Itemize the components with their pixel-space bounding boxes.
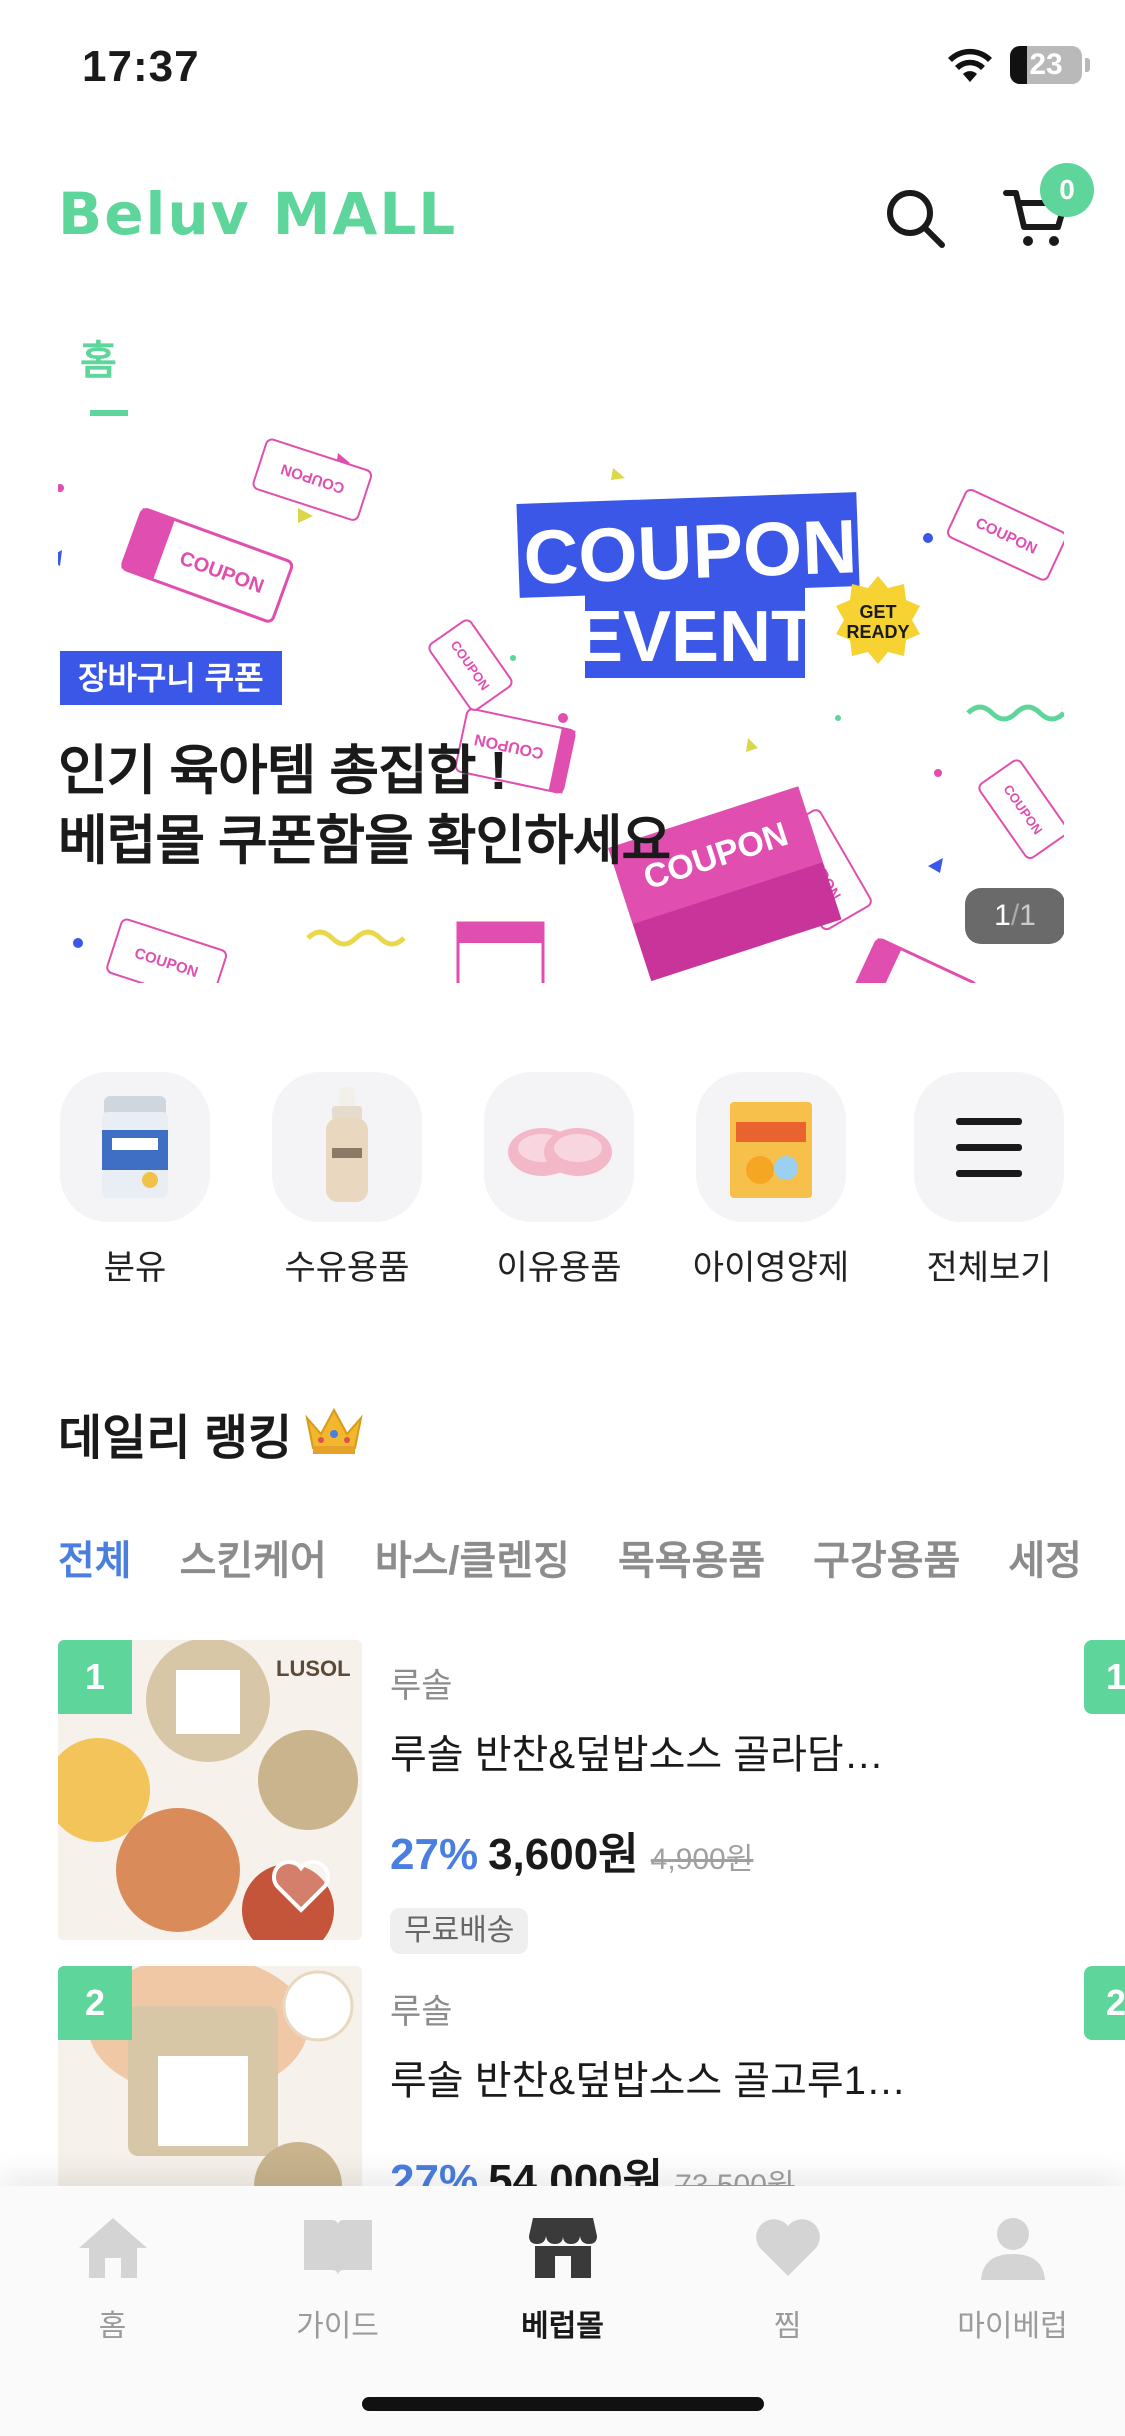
svg-text:EVENT: EVENT <box>575 597 815 677</box>
tabbar-home[interactable]: 홈 <box>0 2214 225 2345</box>
coupon-event-banner[interactable]: COUPON COUPON COUPON COUPON COUPON COUPO… <box>58 418 1064 983</box>
tabbar-my-page[interactable]: 마이베럽 <box>900 2214 1125 2345</box>
tabbar-wishlist[interactable]: 찜 <box>675 2214 900 2345</box>
ranking-tab-all[interactable]: 전체 <box>58 1528 132 1586</box>
home-indicator <box>362 2397 764 2411</box>
category-feeding[interactable]: 수유용품 <box>247 1072 447 1289</box>
cart-count-badge: 0 <box>1040 163 1094 217</box>
product-name[interactable]: 루솔 반찬&덮밥소스 골라담… <box>390 1722 884 1780</box>
wifi-icon <box>948 48 992 82</box>
ranking-category-tabs: 전체 스킨케어 바스/클렌징 목욕용품 구강용품 세정 <box>58 1528 1125 1588</box>
discount-rate: 27% <box>390 1830 479 1879</box>
next-card-rank-badge: 2 <box>1084 1966 1125 2040</box>
status-bar: 17:37 23 <box>0 0 1125 135</box>
category-weaning[interactable]: 이유용품 <box>459 1072 659 1289</box>
category-supplements[interactable]: 아이영양제 <box>671 1072 871 1289</box>
tabbar-mall[interactable]: 베럽몰 <box>450 2214 675 2345</box>
product-brand: 루솔 <box>390 1667 453 1705</box>
banner-pager: 1/1 <box>965 888 1064 944</box>
battery-level: 23 <box>1029 48 1063 81</box>
status-time: 17:37 <box>82 42 200 91</box>
ranking-tab-skincare[interactable]: 스킨케어 <box>180 1528 327 1586</box>
product-name[interactable]: 루솔 반찬&덮밥소스 골고루1… <box>390 2048 906 2106</box>
baby-bottle-icon <box>326 1086 368 1202</box>
ranking-tab-bath-goods[interactable]: 목욕용품 <box>618 1528 765 1586</box>
menu-icon <box>956 1118 1022 1177</box>
banner-title: 인기 육아템 총집합 ! 베럽몰 쿠폰함을 확인하세요 <box>58 741 671 871</box>
rank-badge: 2 <box>58 1966 132 2040</box>
original-price: 4,900원 <box>650 1843 754 1876</box>
product-price-row: 27% 3,600원 4,900원 <box>390 1818 753 1882</box>
book-icon <box>303 2220 372 2276</box>
next-card-rank-badge: 1 <box>1084 1640 1125 1714</box>
category-view-all[interactable]: 전체보기 <box>889 1072 1089 1289</box>
product-image[interactable]: 1 LUSOL <box>58 1640 362 1940</box>
home-icon <box>78 2218 147 2278</box>
free-shipping-badge: 무료배송 <box>390 1908 529 1954</box>
heart-icon <box>755 2219 820 2276</box>
tab-home[interactable]: 홈 <box>80 328 117 386</box>
store-icon <box>528 2218 597 2278</box>
rank-badge: 1 <box>58 1640 132 1714</box>
wishlist-heart-icon[interactable] <box>270 1858 332 1914</box>
ranking-title: 데일리 랭킹 <box>58 1412 293 1465</box>
product-image-brand: LUSOL <box>276 1656 351 1681</box>
product-brand: 루솔 <box>390 1993 453 2031</box>
category-shortcuts: 분유 수유용품 이유용품 아이영양제 전체보기 <box>0 1072 1125 1292</box>
mall-home-screen: 17:37 23 Beluv MALL 0 홈 COUPON COUPON CO… <box>0 0 1125 2436</box>
tab-active-indicator <box>90 410 128 416</box>
baby-bowl-icon <box>508 1128 612 1176</box>
svg-text:READY: READY <box>846 622 909 642</box>
battery-icon: 23 <box>1010 46 1082 84</box>
banner-tag: 장바구니 쿠폰 <box>60 651 282 705</box>
search-icon[interactable] <box>882 185 948 251</box>
svg-text:GET: GET <box>859 602 896 622</box>
app-logo[interactable]: Beluv MALL <box>58 180 457 248</box>
crown-icon <box>305 1407 363 1454</box>
tabbar-guide[interactable]: 가이드 <box>225 2214 450 2345</box>
formula-can-icon <box>102 1096 168 1198</box>
ranking-tab-cleaning[interactable]: 세정 <box>1008 1528 1082 1586</box>
supplement-box-icon <box>730 1102 812 1198</box>
category-formula[interactable]: 분유 <box>35 1072 235 1289</box>
ranking-tab-bath-cleansing[interactable]: 바스/클렌징 <box>375 1528 570 1586</box>
profile-icon <box>980 2218 1045 2280</box>
sale-price: 3,600원 <box>488 1830 639 1879</box>
ranking-tab-oral-care[interactable]: 구강용품 <box>813 1528 960 1586</box>
ranking-product-1[interactable]: 1 LUSOL 루솔 루솔 반찬&덮밥소스 골라담… 27% 3,600원 4,90… <box>58 1640 1125 1954</box>
